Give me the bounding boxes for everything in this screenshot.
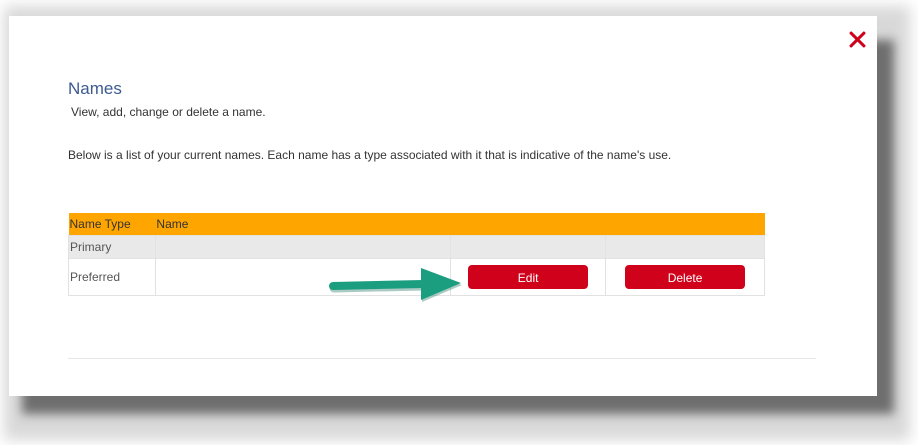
edit-cell: Edit [450, 258, 607, 296]
dialog-subtitle: View, add, change or delete a name. [71, 105, 266, 119]
header-edit-column [450, 213, 606, 236]
empty-action-cell [605, 235, 765, 259]
close-icon[interactable] [848, 30, 866, 48]
table-header-row: Name Type Name [68, 213, 765, 236]
names-dialog: Names View, add, change or delete a name… [9, 16, 877, 396]
delete-button[interactable]: Delete [625, 265, 746, 289]
header-name-type: Name Type [68, 213, 156, 236]
empty-action-cell [450, 235, 607, 259]
arrow-right-icon [329, 268, 462, 302]
name-cell [154, 235, 452, 259]
name-type-cell: Primary [68, 235, 156, 259]
delete-cell: Delete [605, 258, 765, 296]
header-name: Name [155, 213, 451, 236]
dialog-title: Names [68, 79, 122, 98]
footer-divider [68, 358, 816, 359]
table-row: Primary [68, 235, 765, 259]
dialog-description: Below is a list of your current names. E… [68, 148, 672, 162]
header-delete-column [605, 213, 765, 236]
edit-button[interactable]: Edit [468, 265, 589, 289]
name-type-cell: Preferred [68, 258, 156, 296]
